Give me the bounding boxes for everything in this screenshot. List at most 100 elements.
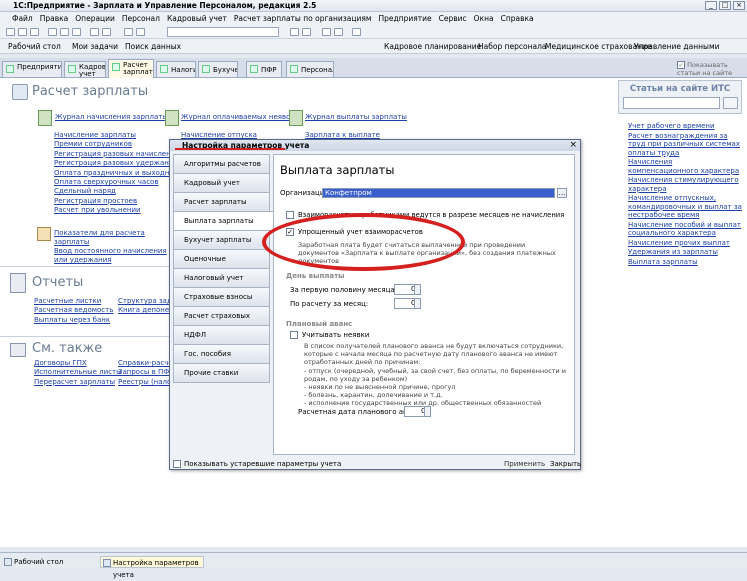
search-data-button[interactable]: Поиск данных — [125, 39, 181, 54]
menu-hr[interactable]: Кадровый учет — [167, 12, 227, 25]
paste-icon[interactable] — [72, 28, 81, 36]
tab-payroll[interactable]: Расчет зарплаты — [108, 59, 154, 78]
maximize-icon[interactable]: □ — [719, 1, 731, 10]
menu-file[interactable]: Файл — [12, 12, 33, 25]
its-search-input[interactable] — [623, 97, 720, 109]
spinner-icon[interactable] — [424, 407, 430, 416]
menu-edit[interactable]: Правка — [40, 12, 69, 25]
link-one-time-deductions[interactable]: Регистрация разовых удержаний — [54, 159, 180, 168]
tab-insurance-calc[interactable]: Расчет страховых взносов — [173, 306, 270, 339]
link-payroll-accrual[interactable]: Начисление зарплаты — [54, 131, 180, 140]
toolbar-search-input[interactable] — [167, 27, 279, 37]
taskbar-settings[interactable]: Настройка параметров учета — [100, 556, 204, 579]
its-link-other[interactable]: Начисление прочих выплат — [628, 239, 742, 248]
link-bonuses[interactable]: Премии сотрудников — [54, 140, 180, 149]
spinner-icon[interactable] — [414, 285, 420, 294]
tab-pfr[interactable]: ПФР — [246, 61, 282, 77]
link-piecework[interactable]: Сдельный наряд — [54, 187, 180, 196]
desktop-button[interactable]: Рабочий стол — [8, 39, 61, 54]
apply-button[interactable]: Применить — [504, 460, 545, 468]
recruiting-button[interactable]: Набор персонала — [478, 39, 546, 54]
tab-algorithms[interactable]: Алгоритмы расчетов — [173, 154, 270, 174]
tab-enterprise[interactable]: Предприятие — [2, 61, 62, 77]
link-downtime[interactable]: Регистрация простоев — [54, 197, 180, 206]
redo-icon[interactable] — [136, 28, 145, 36]
link-payroll-sheet[interactable]: Расчетная ведомость — [34, 306, 113, 315]
tab-state-benefits[interactable]: Гос. пособия — [173, 344, 270, 364]
tab-personnel[interactable]: Персонал — [286, 61, 334, 77]
its-link-deductions[interactable]: Удержания из зарплаты — [628, 248, 742, 257]
its-link-payment[interactable]: Выплата зарплаты — [628, 258, 742, 267]
copy-icon[interactable] — [60, 28, 69, 36]
undo-icon[interactable] — [124, 28, 133, 36]
menu-operations[interactable]: Операции — [75, 12, 115, 25]
taskbar-desktop[interactable]: Рабочий стол — [2, 556, 98, 568]
dialog-close-icon[interactable]: × — [569, 140, 577, 151]
bookmark-icon[interactable] — [302, 28, 311, 36]
its-link-vacation-pay[interactable]: Начисление отпускных, командировочных и … — [628, 194, 742, 220]
tab-tax-accounting[interactable]: Налоговый учет — [173, 268, 270, 288]
menu-enterprise[interactable]: Предприятие — [379, 12, 432, 25]
link-certificates[interactable]: Справки-расчет — [118, 359, 177, 368]
menu-service[interactable]: Сервис — [439, 12, 467, 25]
print-icon[interactable] — [90, 28, 99, 36]
org-field[interactable]: Конфетпром — [322, 188, 555, 198]
journal-absences-link[interactable]: Журнал оплачиваемых неявок — [181, 113, 295, 122]
calc-icon[interactable] — [322, 28, 331, 36]
show-old-checkbox[interactable] — [173, 460, 181, 468]
org-select-button[interactable]: … — [557, 188, 567, 198]
tab-taxes[interactable]: Налоги — [156, 61, 196, 77]
permanent-accrual-link[interactable]: Ввод постоянного начисления или удержани… — [54, 247, 169, 266]
first-half-spinner[interactable]: 0 — [394, 284, 421, 295]
my-tasks-button[interactable]: Мои задачи — [72, 39, 118, 54]
link-recalculation[interactable]: Перерасчет зарплаты — [34, 378, 122, 387]
tab-accounting[interactable]: Бухучет — [198, 61, 238, 77]
tab-salary-payment[interactable]: Выплата зарплаты — [173, 211, 273, 231]
tab-ndfl[interactable]: НДФЛ — [173, 325, 270, 345]
indicators-link[interactable]: Показатели для расчета зарплаты — [54, 229, 164, 248]
monthly-spinner[interactable]: 0 — [394, 298, 421, 309]
close-icon[interactable]: × — [733, 1, 745, 10]
link-holiday-pay[interactable]: Оплата праздничных и выходных — [54, 169, 180, 178]
link-pfr-requests[interactable]: Запросы в ПФР — [118, 368, 177, 377]
advance-checkbox[interactable] — [290, 331, 298, 339]
preview-icon[interactable] — [102, 28, 111, 36]
journal-payments-link[interactable]: Журнал выплаты зарплаты — [305, 113, 407, 122]
its-link-compensation[interactable]: Начисления компенсационного характера — [628, 158, 742, 175]
open-icon[interactable] — [18, 28, 27, 36]
tab-estimated-obligations[interactable]: Оценочные обязательства — [173, 249, 270, 282]
link-registers[interactable]: Реестры (нало — [118, 378, 177, 387]
link-dismissal[interactable]: Расчет при увольнении — [54, 206, 180, 215]
calendar-icon[interactable] — [334, 28, 343, 36]
cut-icon[interactable] — [48, 28, 57, 36]
tab-hr-accounting[interactable]: Кадровый учет — [173, 173, 270, 193]
link-one-time-accruals[interactable]: Регистрация разовых начислений — [54, 150, 180, 159]
advance-date-spinner[interactable]: 0 — [404, 406, 431, 417]
menu-payroll[interactable]: Расчет зарплаты по организациям — [234, 12, 372, 25]
its-link-remuneration[interactable]: Расчет вознаграждения за труд при различ… — [628, 132, 742, 158]
new-icon[interactable] — [6, 28, 15, 36]
its-link-incentive[interactable]: Начисления стимулирующего характера — [628, 176, 742, 193]
link-payslips[interactable]: Расчетные листки — [34, 297, 113, 306]
minimize-icon[interactable]: _ — [705, 1, 717, 10]
tab-other-rates[interactable]: Прочие ставки — [173, 363, 270, 383]
its-search-button[interactable] — [723, 97, 738, 109]
help-icon[interactable] — [352, 28, 361, 36]
tab-payroll-calc[interactable]: Расчет зарплаты — [173, 192, 270, 212]
its-link-benefits[interactable]: Начисление пособий и выплат социального … — [628, 221, 742, 238]
link-overtime[interactable]: Оплата сверхурочных часов — [54, 178, 180, 187]
its-link-worktime[interactable]: Учет рабочего времени — [628, 122, 742, 131]
link-bank-payments[interactable]: Выплаты через банк — [34, 316, 113, 325]
spinner-icon[interactable] — [414, 299, 420, 308]
find-icon[interactable] — [290, 28, 299, 36]
link-writs[interactable]: Исполнительные листы — [34, 368, 122, 377]
close-button[interactable]: Закрыть — [550, 460, 581, 468]
menu-personnel[interactable]: Персонал — [122, 12, 160, 25]
menu-windows[interactable]: Окна — [474, 12, 494, 25]
journal-payroll-link[interactable]: Журнал начисления зарплаты — [55, 113, 168, 122]
menu-help[interactable]: Справка — [501, 12, 534, 25]
tab-insurance[interactable]: Страховые взносы — [173, 287, 270, 307]
tab-payroll-accounting[interactable]: Бухучет зарплаты — [173, 230, 270, 250]
tab-hr[interactable]: Кадровый учет — [64, 61, 106, 77]
its-checkbox[interactable]: ✓ — [677, 61, 685, 69]
